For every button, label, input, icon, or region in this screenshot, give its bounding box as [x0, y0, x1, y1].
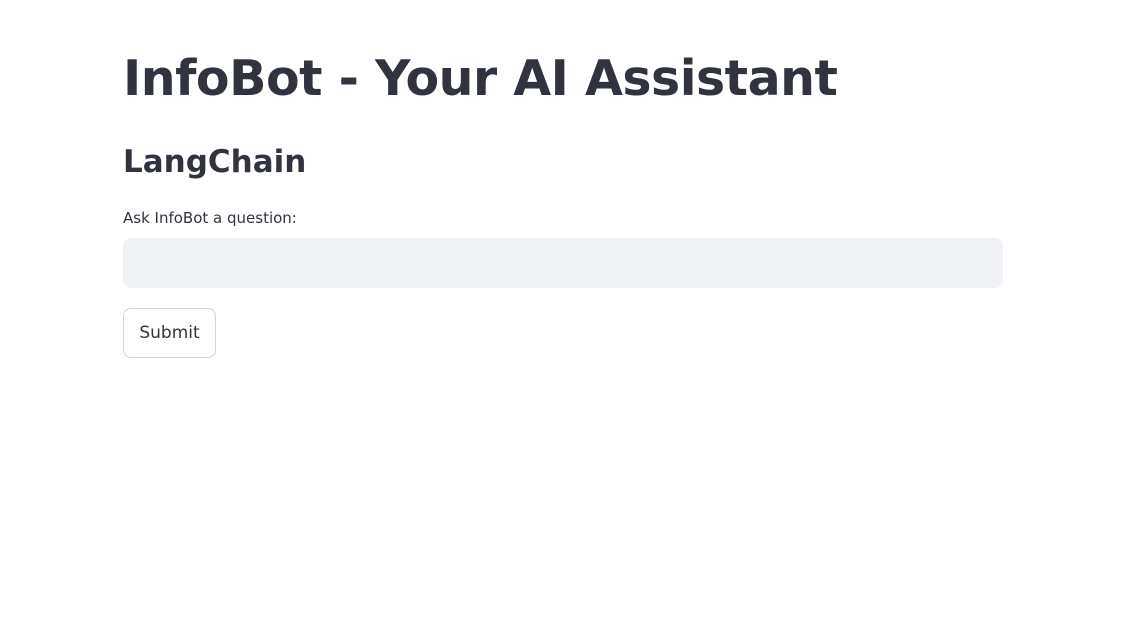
question-label: Ask InfoBot a question: — [123, 209, 297, 227]
question-input[interactable] — [123, 238, 1003, 288]
app-root: InfoBot - Your AI Assistant LangChain As… — [0, 0, 1122, 627]
page-title: InfoBot - Your AI Assistant — [123, 50, 838, 107]
page-subheader: LangChain — [123, 144, 307, 180]
submit-button[interactable]: Submit — [123, 308, 216, 358]
